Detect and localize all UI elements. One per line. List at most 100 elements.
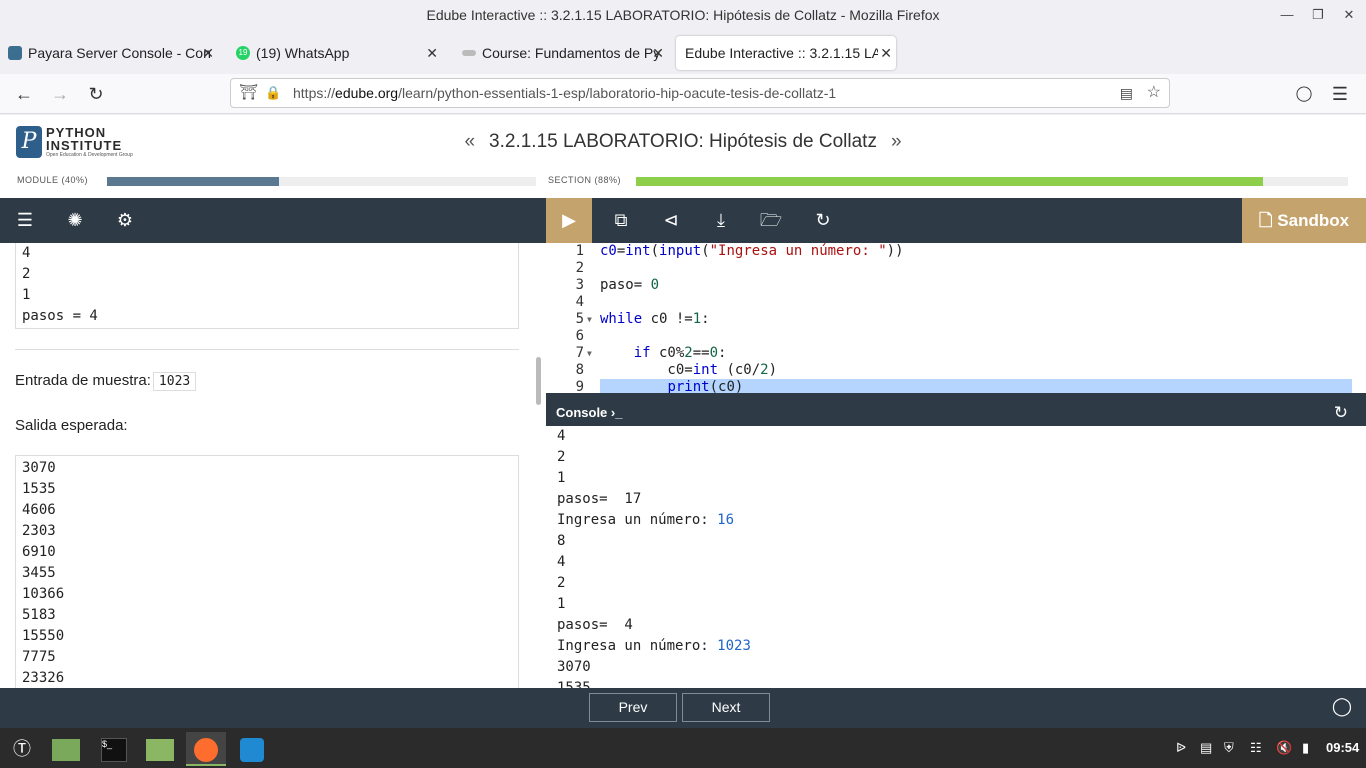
menu-hamburger-icon[interactable]: ☰: [0, 198, 50, 243]
window-titlebar: Edube Interactive :: 3.2.1.15 LABORATORI…: [0, 0, 1366, 32]
tab-label: Course: Fundamentos de Py: [482, 45, 661, 61]
close-window-icon[interactable]: ✕: [1334, 0, 1364, 30]
reader-view-icon[interactable]: ▤: [1120, 79, 1133, 107]
console-line: Ingresa un número: 1023: [557, 638, 751, 654]
module-progress-fill: [107, 177, 279, 186]
output-line: 10366: [22, 586, 65, 602]
forward-icon[interactable]: →: [46, 80, 74, 108]
terminal-icon[interactable]: $_: [94, 732, 134, 766]
code-line: c0=int (c0/2): [600, 362, 778, 378]
tab-edube[interactable]: Edube Interactive :: 3.2.1.15 LAE ✕: [676, 36, 896, 70]
close-tab-icon[interactable]: ✕: [878, 36, 892, 70]
copy-icon[interactable]: ⧉: [596, 198, 646, 243]
section-progress-bar: [636, 177, 1348, 186]
fold-arrow-icon[interactable]: ▼: [587, 311, 592, 328]
clock[interactable]: 09:54: [1326, 728, 1359, 768]
divider: [15, 349, 519, 350]
shield-update-icon[interactable]: ⛨: [1224, 728, 1234, 768]
next-lesson-chevron-icon[interactable]: »: [891, 131, 902, 152]
page-content: P PYTHON INSTITUTE Open Education & Deve…: [0, 115, 1366, 688]
close-tab-icon[interactable]: ✕: [426, 36, 438, 70]
back-icon[interactable]: ←: [10, 80, 38, 108]
divider-drag-handle[interactable]: [536, 357, 541, 405]
file-icon: 🗋: [1258, 211, 1273, 230]
output-line: 3070: [22, 460, 56, 476]
sample-output-box: 4 2 1 pasos = 4: [15, 243, 519, 329]
share-icon[interactable]: ⊲: [646, 198, 696, 243]
bug-report-icon[interactable]: ✺: [50, 198, 100, 243]
tab-strip: Payara Server Console - Con ✕ 19 (19) Wh…: [0, 32, 1366, 95]
code-line: if c0%2==0:: [633, 345, 727, 361]
bluetooth-icon[interactable]: ᐉ: [1176, 728, 1186, 768]
tab-payara[interactable]: Payara Server Console - Con ✕: [0, 36, 218, 70]
console-line: pasos= 17: [557, 491, 642, 507]
url-domain: edube.org: [335, 85, 399, 101]
vscode-icon[interactable]: [232, 732, 272, 766]
open-folder-icon[interactable]: 🗁: [746, 198, 796, 243]
hint-lightbulb-icon[interactable]: ◯: [1332, 696, 1352, 717]
output-line: 15550: [22, 628, 65, 644]
code-line: print(c0): [600, 379, 1352, 393]
clipboard-icon[interactable]: ▤: [1200, 728, 1212, 768]
run-play-icon[interactable]: ▶: [546, 198, 592, 243]
output-line: 1535: [22, 481, 56, 497]
output-line: 2303: [22, 523, 56, 539]
url-scheme: https://: [293, 85, 336, 101]
tab-label: Edube Interactive :: 3.2.1.15 LAE: [685, 45, 891, 61]
code-editor[interactable]: 1 c0=int(input("Ingresa un número: ")) 2 …: [546, 243, 1366, 393]
pocket-icon[interactable]: ◯: [1290, 80, 1318, 108]
menu-hamburger-icon[interactable]: ☰: [1326, 80, 1354, 108]
output-line: 23326: [22, 670, 65, 686]
tab-label: Payara Server Console - Con: [28, 45, 211, 61]
output-line: 5183: [22, 607, 56, 623]
output-line: 4606: [22, 502, 56, 518]
sample-input-value: 1023: [152, 372, 197, 391]
lock-icon[interactable]: 🔒: [265, 79, 281, 107]
settings-gear-icon[interactable]: ⚙: [100, 198, 150, 243]
navigation-bar: ← → ↻ ⛩ 🔒 https://edube.org/learn/python…: [0, 74, 1366, 114]
prev-button[interactable]: Prev: [589, 693, 677, 722]
url-bar[interactable]: ⛩ 🔒 https://edube.org/learn/python-essen…: [230, 78, 1170, 108]
maximize-icon[interactable]: ❐: [1303, 0, 1333, 30]
console-line: 1: [557, 470, 566, 486]
tab-course[interactable]: Course: Fundamentos de Py ✕: [454, 36, 668, 70]
instructions-panel[interactable]: 4 2 1 pasos = 4 Entrada de muestra: 1023 Sal…: [0, 243, 540, 688]
volume-icon[interactable]: 🔇: [1276, 728, 1292, 768]
system-taskbar: Ⓣ $_ ᐉ ▤ ⛨ ☷ 🔇 ▮ 09:54: [0, 728, 1366, 768]
module-progress-bar: [107, 177, 536, 186]
code-line: c0=int(input("Ingresa un número: ")): [600, 243, 904, 259]
console-output[interactable]: 4 2 1 pasos= 17 Ingresa un número: 16 8 4 2 1 pas…: [546, 426, 1366, 688]
sandbox-button[interactable]: 🗋 Sandbox: [1242, 198, 1366, 243]
url-path: /learn/python-essentials-1-esp/laborator…: [398, 85, 837, 101]
next-button[interactable]: Next: [682, 693, 770, 722]
tracking-shield-icon[interactable]: ⛩: [239, 79, 258, 107]
close-tab-icon[interactable]: ✕: [202, 36, 214, 70]
progress-row: MODULE (40%) SECTION (88%): [0, 175, 1366, 189]
fold-arrow-icon[interactable]: ▼: [587, 345, 592, 362]
show-desktop-icon[interactable]: [46, 732, 86, 766]
battery-icon[interactable]: ▮: [1302, 728, 1309, 768]
page-title: 3.2.1.15 LABORATORIO: Hipótesis de Colla…: [489, 131, 877, 152]
terminal-prompt-icon: ›_: [610, 405, 623, 420]
files-folder-icon[interactable]: [140, 732, 180, 766]
console-line: 4: [557, 554, 566, 570]
network-icon[interactable]: ☷: [1250, 728, 1262, 768]
output-line: 3455: [22, 565, 56, 581]
course-site-icon: [462, 50, 476, 56]
mint-menu-icon[interactable]: Ⓣ: [2, 732, 42, 766]
close-tab-icon[interactable]: ✕: [652, 36, 664, 70]
download-icon[interactable]: ⤓: [696, 198, 746, 243]
bookmark-star-icon[interactable]: ☆: [1147, 79, 1161, 107]
section-progress-label: SECTION (88%): [548, 175, 622, 185]
console-label: Console: [556, 405, 608, 420]
minimize-icon[interactable]: —: [1272, 0, 1302, 30]
tab-label: (19) WhatsApp: [256, 45, 350, 61]
payara-fish-icon: [8, 46, 22, 60]
reload-icon[interactable]: ↻: [82, 80, 110, 108]
console-line: 1535: [557, 680, 591, 688]
console-line: Ingresa un número: 16: [557, 512, 735, 528]
reset-refresh-icon[interactable]: ↻: [798, 198, 848, 243]
firefox-icon[interactable]: [186, 732, 226, 766]
prev-lesson-chevron-icon[interactable]: «: [464, 131, 475, 152]
tab-whatsapp[interactable]: 19 (19) WhatsApp ✕: [228, 36, 442, 70]
